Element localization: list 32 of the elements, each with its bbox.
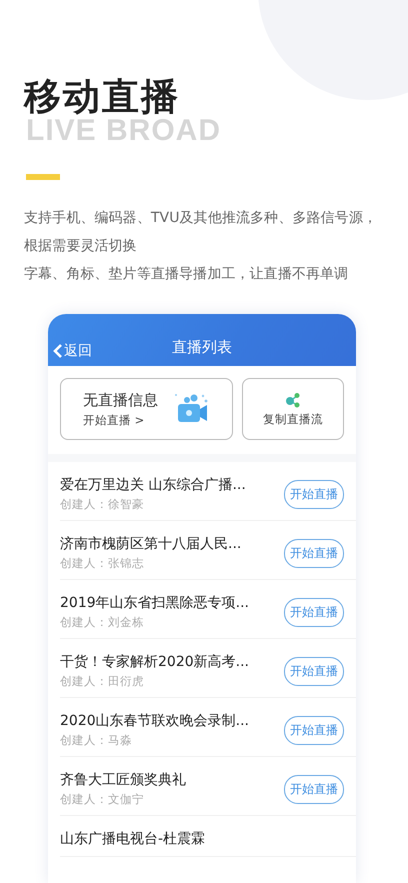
stream-title: 2019年山东省扫黑除恶专项...	[60, 594, 249, 612]
creator-text: 创建人：文伽宁	[60, 792, 145, 807]
creator-text: 创建人：徐智豪	[60, 497, 145, 512]
start-live-button[interactable]: 开始直播	[284, 538, 344, 568]
creator-text: 创建人：刘金栋	[60, 615, 145, 630]
copy-stream-label: 复制直播流	[263, 412, 323, 426]
accent-bar	[26, 174, 60, 180]
screen-title: 直播列表	[172, 338, 232, 358]
stream-title: 2020山东春节联欢晚会录制...	[60, 712, 249, 730]
creator-text: 创建人：张锦志	[60, 556, 145, 571]
stream-title: 济南市槐荫区第十八届人民...	[60, 535, 242, 553]
description-text: 字幕、角标、垫片等直播导播加工，让直播不再单调	[24, 265, 350, 284]
start-live-button[interactable]: 开始直播	[284, 716, 344, 744]
start-live-button[interactable]: 开始直播	[284, 598, 344, 626]
start-live-link: 开始直播 >	[83, 412, 144, 428]
page-heading: 移动直播	[24, 78, 180, 115]
stream-title: 齐鲁大工匠颁奖典礼	[60, 771, 186, 789]
copy-stream-card[interactable]: 复制直播流	[242, 378, 344, 440]
stream-title: 爱在万里边关 山东综合广播...	[60, 476, 246, 494]
stream-title: 干货！专家解析2020新高考...	[60, 653, 249, 671]
start-live-card[interactable]: 无直播信息 开始直播 >	[60, 378, 233, 440]
description-text: 支持手机、编码器、TVU及其他推流多种、多路信号源，根据需要灵活切换	[24, 209, 378, 256]
stream-title: 山东广播电视台-杜震霖	[60, 830, 206, 848]
back-button[interactable]: 返回	[48, 342, 92, 360]
status-text: 无直播信息	[83, 390, 158, 410]
creator-text: 创建人：马淼	[60, 733, 133, 748]
start-live-button[interactable]: 开始直播	[284, 774, 344, 804]
share-icon	[285, 392, 301, 408]
start-live-button[interactable]: 开始直播	[284, 480, 344, 508]
back-chevron-icon	[53, 343, 63, 359]
creator-text: 创建人：田衍虎	[60, 674, 145, 689]
start-live-button[interactable]: 开始直播	[284, 656, 344, 686]
